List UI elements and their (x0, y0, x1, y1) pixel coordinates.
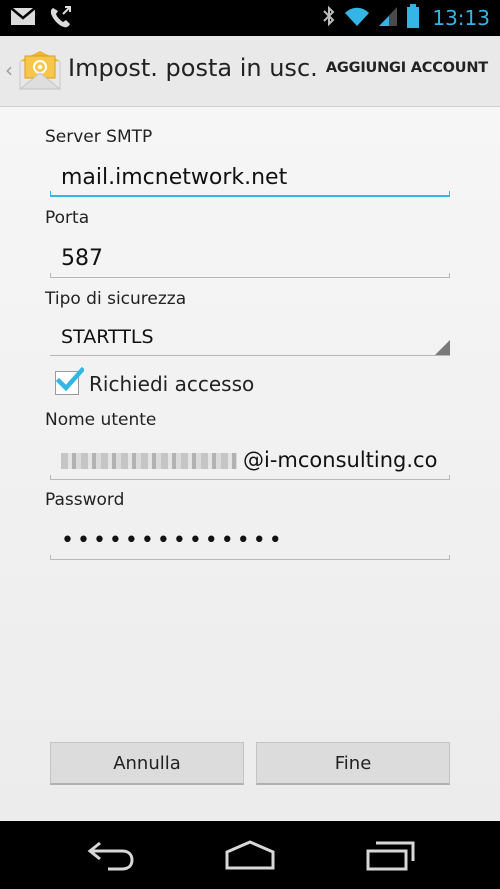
battery-icon (406, 3, 420, 33)
wifi-icon (344, 5, 370, 31)
bluetooth-icon (322, 5, 336, 31)
home-icon[interactable] (224, 839, 276, 877)
back-icon[interactable] (86, 839, 136, 877)
checkmark-icon (55, 366, 84, 392)
username-field[interactable]: @i-mconsulting.co (50, 446, 450, 480)
signal-icon (378, 5, 398, 31)
smtp-server-field[interactable]: mail.imcnetwork.net (50, 163, 450, 197)
up-caret-icon[interactable]: ‹ (5, 58, 13, 82)
recent-apps-icon[interactable] (364, 839, 416, 877)
security-type-label: Tipo di sicurezza (45, 289, 187, 309)
require-signin-label[interactable]: Richiedi accesso (89, 372, 254, 396)
gmail-icon (10, 5, 36, 33)
missed-call-icon (48, 5, 74, 33)
done-button[interactable]: Fine (256, 742, 450, 785)
port-label: Porta (45, 208, 90, 228)
page-title: Impost. posta in usc... (68, 54, 320, 82)
password-value: •••••••••••••• (61, 528, 285, 553)
smtp-server-value: mail.imcnetwork.net (61, 165, 288, 190)
add-account-button[interactable]: AGGIUNGI ACCOUNT (326, 60, 488, 76)
email-app-icon[interactable] (18, 51, 62, 91)
port-value: 587 (61, 246, 103, 271)
smtp-server-label: Server SMTP (45, 127, 153, 147)
dropdown-triangle-icon (435, 340, 450, 355)
require-signin-checkbox[interactable] (55, 366, 84, 395)
status-clock: 13:13 (432, 6, 490, 30)
security-type-value: STARTTLS (61, 326, 154, 348)
navigation-bar (0, 821, 500, 889)
action-bar: ‹ Impost. posta in usc... AGGIUNGI ACCOU… (0, 36, 500, 107)
cancel-button[interactable]: Annulla (50, 742, 244, 785)
password-label: Password (45, 490, 125, 510)
status-bar: 13:13 (0, 0, 500, 36)
security-type-spinner[interactable]: STARTTLS (50, 322, 450, 356)
redacted-username (61, 453, 237, 469)
port-field[interactable]: 587 (50, 244, 450, 278)
username-domain: @i-mconsulting.co (243, 448, 438, 472)
username-label: Nome utente (45, 410, 157, 430)
password-field[interactable]: •••••••••••••• (50, 526, 450, 560)
